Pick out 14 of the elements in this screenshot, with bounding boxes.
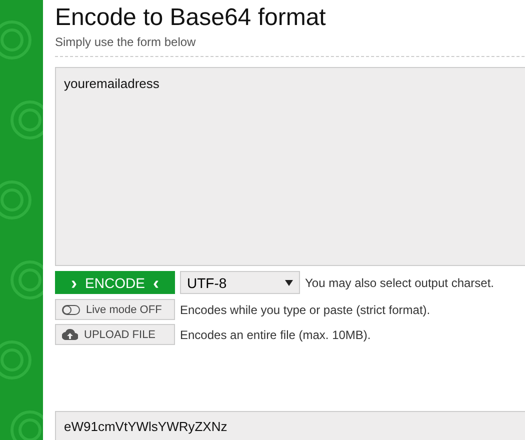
upload-button[interactable]: UPLOAD FILE: [55, 324, 175, 345]
encode-button[interactable]: › ENCODE ‹: [55, 271, 175, 294]
cloud-upload-icon: [62, 329, 78, 340]
page-subtitle: Simply use the form below: [55, 35, 197, 49]
caret-icon: [285, 280, 293, 286]
charset-select[interactable]: UTF-8: [180, 271, 300, 294]
charset-hint: You may also select output charset.: [305, 276, 494, 290]
live-mode-hint: Encodes while you type or paste (strict format).: [180, 302, 430, 316]
live-mode-toggle[interactable]: Live mode OFF: [55, 299, 175, 320]
input-field[interactable]: youremailadress: [55, 67, 525, 266]
page-title: Encode to Base64 format: [55, 4, 327, 32]
upload-hint: Encodes an entire file (max. 10MB).: [180, 328, 371, 342]
output-field[interactable]: eW91cmVtYWlsYWRyZXNz: [55, 411, 525, 440]
toggle-icon: [62, 304, 80, 314]
